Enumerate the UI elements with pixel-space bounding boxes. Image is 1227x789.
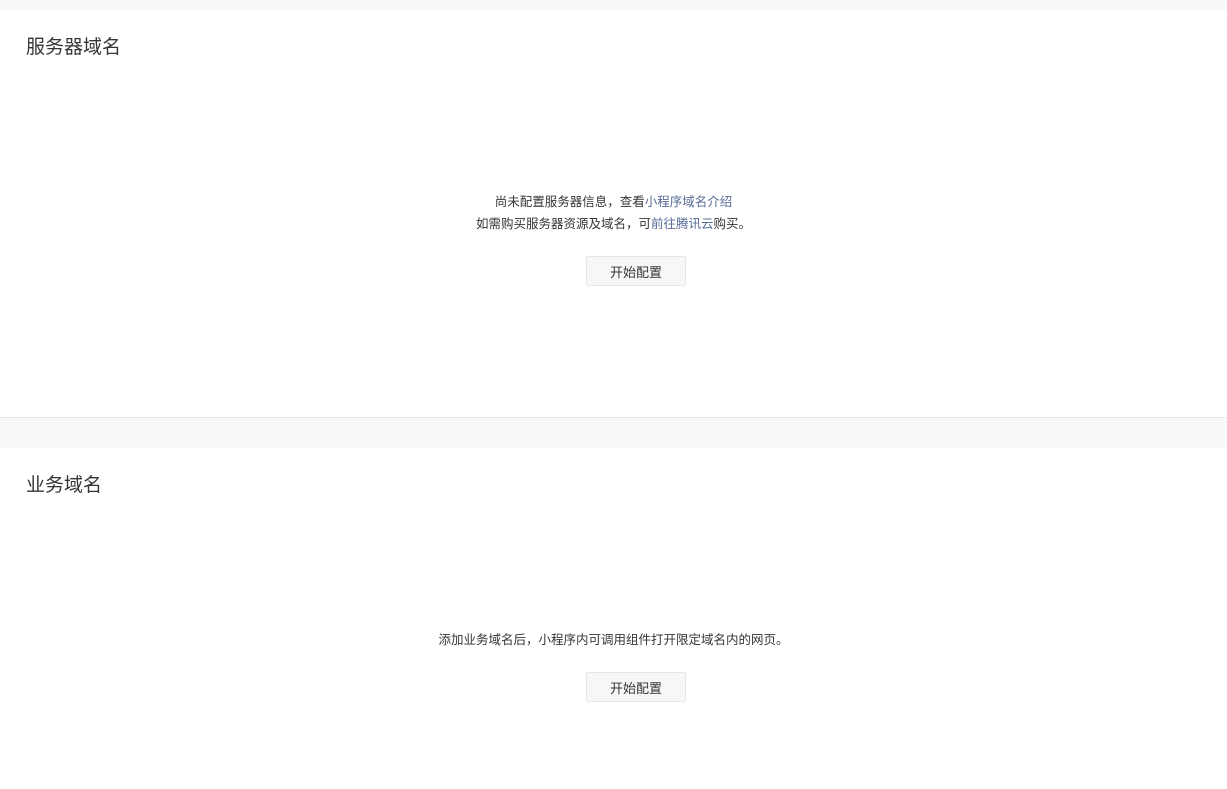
server-domain-line-1-text: 尚未配置服务器信息，查看: [494, 194, 645, 209]
domain-intro-link[interactable]: 小程序域名介绍: [645, 194, 733, 209]
business-domain-empty-message: 添加业务域名后，小程序内可调用组件打开限定域名内的网页。: [438, 632, 789, 647]
server-domain-title: 服务器域名: [26, 36, 122, 58]
server-domain-line-2-suffix: 购买。: [713, 216, 752, 231]
server-domain-line-2-text: 如需购买服务器资源及域名，可: [475, 216, 651, 231]
server-domain-line-1: 尚未配置服务器信息，查看小程序域名介绍: [0, 191, 1227, 213]
server-domain-line-2: 如需购买服务器资源及域名，可前往腾讯云购买。: [0, 213, 1227, 235]
business-domain-title: 业务域名: [26, 474, 103, 496]
server-domain-start-config-button[interactable]: 开始配置: [586, 256, 686, 286]
server-domain-empty-message: 尚未配置服务器信息，查看小程序域名介绍 如需购买服务器资源及域名，可前往腾讯云购…: [0, 191, 1227, 235]
business-domain-start-config-button[interactable]: 开始配置: [586, 672, 686, 702]
business-domain-panel: 业务域名 添加业务域名后，小程序内可调用组件打开限定域名内的网页。 开始配置: [0, 448, 1227, 789]
server-domain-panel: 服务器域名 尚未配置服务器信息，查看小程序域名介绍 如需购买服务器资源及域名，可…: [0, 10, 1227, 418]
domain-settings-page: 服务器域名 尚未配置服务器信息，查看小程序域名介绍 如需购买服务器资源及域名，可…: [0, 0, 1227, 789]
tencent-cloud-link[interactable]: 前往腾讯云: [651, 216, 714, 231]
